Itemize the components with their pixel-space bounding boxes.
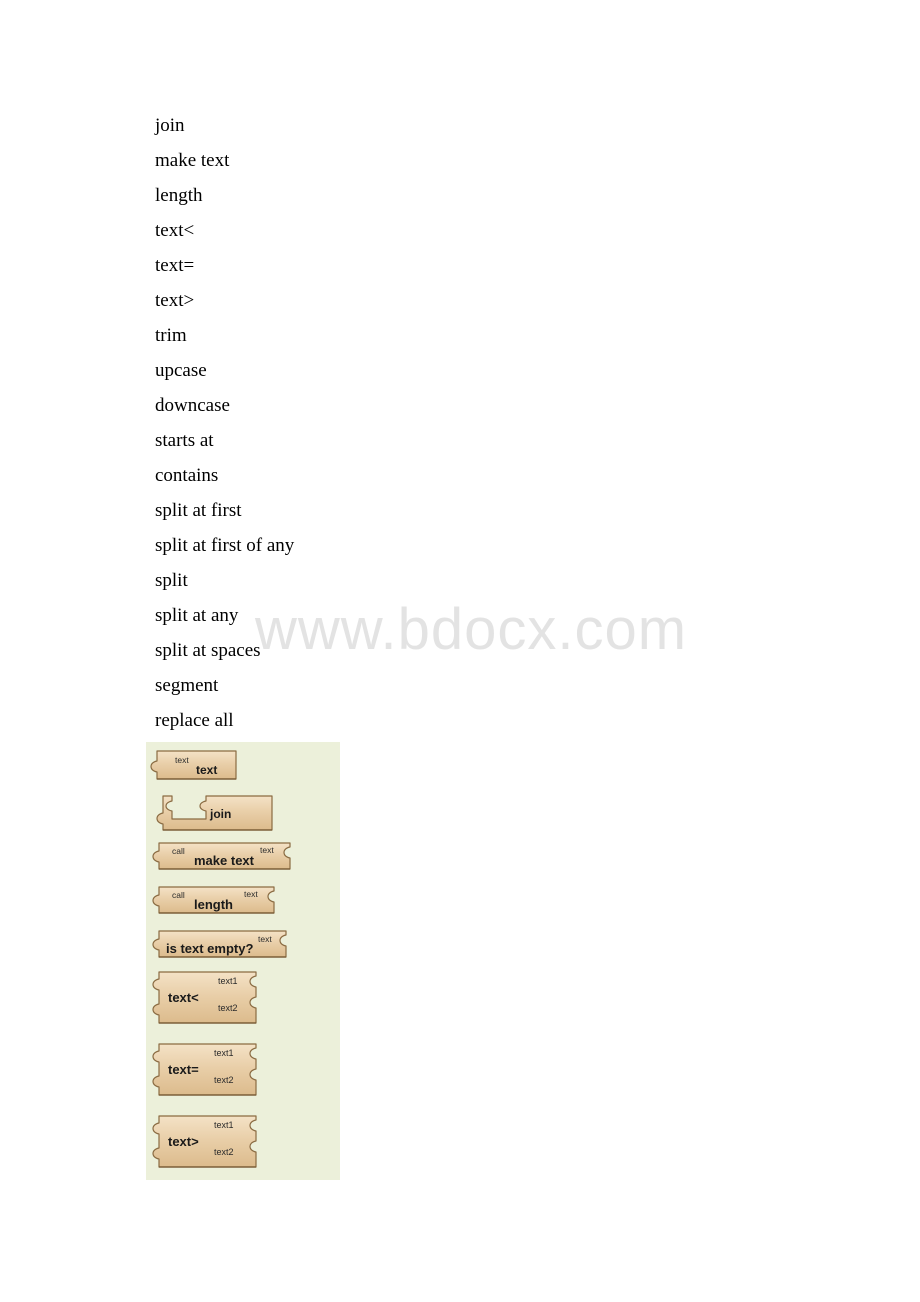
list-item: join (155, 115, 185, 136)
block-arg-label: text2 (214, 1147, 234, 1157)
block-text[interactable]: text text (148, 748, 243, 784)
block-main-label: text> (168, 1134, 199, 1149)
block-text-equals[interactable]: text= text1 text2 (150, 1040, 272, 1102)
block-make-text[interactable]: call make text text (150, 840, 305, 874)
list-item: upcase (155, 360, 207, 381)
block-join[interactable]: join (154, 792, 284, 836)
block-arg-label: text (175, 755, 189, 765)
list-item: text< (155, 220, 195, 241)
list-item: text= (155, 255, 195, 276)
list-item: replace all (155, 710, 234, 731)
block-arg-label: text1 (214, 1048, 234, 1058)
block-text-greater-than[interactable]: text> text1 text2 (150, 1112, 272, 1174)
list-item: split at first (155, 500, 242, 521)
list-item: split at any (155, 605, 239, 626)
block-arg-label: text2 (214, 1075, 234, 1085)
block-main-label: length (194, 897, 233, 912)
list-item: downcase (155, 395, 230, 416)
block-arg-label: text (258, 934, 272, 944)
list-item: starts at (155, 430, 214, 451)
list-item: segment (155, 675, 219, 696)
list-item: trim (155, 325, 187, 346)
block-main-label: text (196, 763, 217, 777)
list-item: text> (155, 290, 195, 311)
list-item: split at spaces (155, 640, 261, 661)
block-main-label: is text empty? (166, 941, 253, 956)
blocks-drawer-panel: text text join call make text text call … (146, 742, 340, 1180)
list-item: length (155, 185, 203, 206)
block-arg-label: text2 (218, 1003, 238, 1013)
list-item: make text (155, 150, 230, 171)
block-main-label: join (209, 807, 231, 821)
list-item: split at first of any (155, 535, 295, 556)
block-arg-label: text (260, 845, 274, 855)
block-main-label: text< (168, 990, 199, 1005)
block-main-label: text= (168, 1062, 199, 1077)
block-prefix-label: call (172, 846, 185, 856)
text-blocks-term-list: join make text length text< text= text> … (155, 108, 294, 738)
block-length[interactable]: call length text (150, 884, 290, 918)
block-arg-label: text1 (218, 976, 238, 986)
block-is-text-empty[interactable]: is text empty? text (150, 928, 302, 962)
block-arg-label: text (244, 889, 258, 899)
list-item: split (155, 570, 188, 591)
block-main-label: make text (194, 853, 255, 868)
block-text-less-than[interactable]: text< text1 text2 (150, 968, 272, 1030)
block-prefix-label: call (172, 890, 185, 900)
page-watermark: www.bdocx.com (255, 597, 688, 662)
block-arg-label: text1 (214, 1120, 234, 1130)
list-item: contains (155, 465, 219, 486)
